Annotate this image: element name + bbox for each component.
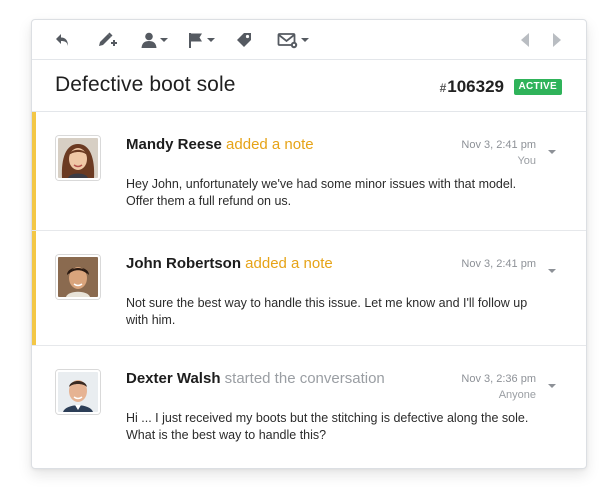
message-menu-button[interactable]: [548, 142, 556, 160]
message-action: added a note: [245, 255, 333, 272]
edit-note-icon: [99, 32, 117, 46]
message-action: started the conversation: [224, 370, 385, 387]
tag-button[interactable]: [235, 30, 253, 50]
chevron-down-icon: [160, 38, 168, 42]
author-name[interactable]: Mandy Reese: [126, 136, 222, 153]
ticket-hash: #: [439, 81, 447, 95]
assign-user-icon: [141, 32, 157, 48]
message-recipient: Anyone: [498, 389, 536, 401]
message-menu-button[interactable]: [548, 376, 556, 394]
previous-button[interactable]: [519, 30, 531, 50]
message-action: added a note: [226, 136, 314, 153]
email-settings-icon: [277, 33, 298, 49]
flag-button[interactable]: [187, 30, 215, 50]
chevron-down-icon: [301, 38, 309, 42]
message-recipient: You: [517, 155, 536, 167]
add-note-button[interactable]: [96, 30, 118, 50]
thread-item: Mandy Reese added a note Nov 3, 2:41 pm …: [32, 112, 586, 231]
chevron-down-icon: [207, 38, 215, 42]
message-menu-button[interactable]: [548, 261, 556, 279]
conversation-subject: Defective boot sole: [55, 73, 236, 96]
flag-icon: [189, 33, 202, 48]
chevron-down-icon: [548, 384, 556, 388]
avatar: [56, 255, 100, 299]
thread-item: Dexter Walsh started the conversation No…: [32, 346, 586, 468]
reply-icon: [56, 34, 68, 46]
assign-button[interactable]: [140, 30, 168, 50]
author-name[interactable]: Dexter Walsh: [126, 370, 220, 387]
conversation-header: Defective boot sole #106329 ACTIVE: [32, 60, 586, 112]
next-icon: [553, 33, 561, 47]
reply-button[interactable]: [54, 30, 72, 50]
message-time: Nov 3, 2:41 pm: [461, 139, 536, 151]
message-body: Not sure the best way to handle this iss…: [126, 296, 528, 327]
ticket-number-value: 106329: [447, 77, 504, 96]
chevron-down-icon: [548, 269, 556, 273]
email-settings-button[interactable]: [277, 30, 309, 50]
message-author: Mandy Reese added a note: [126, 136, 314, 153]
author-name[interactable]: John Robertson: [126, 255, 241, 272]
message-body: Hey John, unfortunately we've had some m…: [126, 177, 517, 208]
toolbar: [32, 20, 586, 60]
message-author: Dexter Walsh started the conversation: [126, 370, 385, 387]
conversation-card: Defective boot sole #106329 ACTIVE Mandy…: [31, 19, 587, 469]
message-body: Hi ... I just received my boots but the …: [126, 411, 529, 442]
ticket-number: #106329: [440, 77, 504, 97]
thread-item: John Robertson added a note Nov 3, 2:41 …: [32, 231, 586, 346]
tag-icon: [237, 33, 251, 47]
message-author: John Robertson added a note: [126, 255, 333, 272]
message-time: Nov 3, 2:36 pm: [461, 373, 536, 385]
avatar: [56, 136, 100, 180]
next-button[interactable]: [551, 30, 563, 50]
chevron-down-icon: [548, 150, 556, 154]
message-time: Nov 3, 2:41 pm: [461, 258, 536, 270]
avatar: [56, 370, 100, 414]
prev-icon: [521, 33, 529, 47]
status-badge[interactable]: ACTIVE: [513, 79, 562, 95]
